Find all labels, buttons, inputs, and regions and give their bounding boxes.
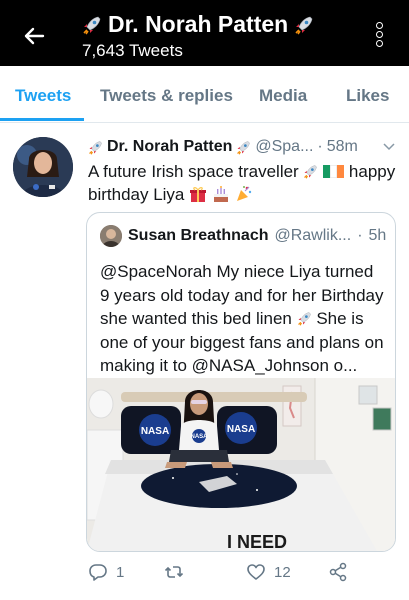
quoted-tweet-text: @SpaceNorah My niece Liya turned 9 years…: [100, 260, 384, 378]
reply-icon: [89, 564, 107, 581]
share-icon: [329, 562, 347, 582]
quoted-handle: @Rawlik...: [274, 227, 352, 244]
tweet-time[interactable]: 58m: [327, 138, 358, 156]
ireland-flag-icon: [323, 161, 345, 178]
avatar-photo: [13, 137, 73, 197]
tab-likes[interactable]: Likes: [346, 86, 389, 106]
rocket-icon: [237, 140, 251, 155]
tab-media[interactable]: Media: [259, 86, 307, 106]
rocket-icon: [89, 140, 102, 155]
gift-icon: [190, 187, 207, 202]
retweet-button[interactable]: [164, 562, 192, 582]
rocket-icon: [83, 16, 101, 34]
like-icon: [247, 564, 265, 580]
tab-tweets[interactable]: Tweets: [15, 86, 71, 106]
party-popper-icon: [236, 186, 251, 201]
cake-icon: [213, 186, 228, 202]
reply-button[interactable]: 1: [88, 562, 124, 582]
separator-dot: ·: [357, 227, 363, 244]
profile-name: Dr. Norah Patten: [108, 11, 289, 37]
tweet-handle[interactable]: @Spa...: [255, 138, 313, 156]
profile-tabs: Tweets Tweets & replies Media Likes: [0, 66, 409, 123]
back-arrow-icon[interactable]: [22, 24, 46, 48]
tweet-text-part1: A future Irish space traveller: [88, 162, 299, 181]
tweet-count: 7,643 Tweets: [82, 41, 183, 60]
tweet-author-name[interactable]: Dr. Norah Patten: [107, 138, 232, 156]
profile-title: Dr. Norah Patten: [82, 11, 314, 38]
avatar[interactable]: [13, 137, 73, 197]
separator-dot: ·: [317, 138, 323, 155]
duvet-text: I NEED: [227, 532, 287, 551]
quoted-tweet[interactable]: Susan Breathnach @Rawlik... · 5h @SpaceN…: [86, 212, 396, 552]
quoted-photo[interactable]: NASA NASA I NEED NASA: [87, 378, 395, 551]
share-button[interactable]: [328, 562, 348, 582]
profile-header: Dr. Norah Patten 7,643 Tweets: [0, 0, 409, 66]
tab-tweets-replies[interactable]: Tweets & replies: [100, 86, 233, 106]
retweet-icon: [164, 566, 184, 578]
tweet-text: A future Irish space traveller happy bir…: [88, 160, 400, 206]
tweet-actions: 1 12: [88, 560, 408, 588]
quoted-avatar: [100, 225, 122, 247]
quoted-tweet-header: Susan Breathnach @Rawlik... · 5h: [100, 225, 390, 247]
rocket-icon: [295, 16, 313, 34]
more-vertical-icon[interactable]: [373, 22, 385, 48]
rocket-icon: [297, 312, 311, 326]
like-count: 12: [274, 563, 291, 581]
quoted-time: 5h: [368, 227, 387, 244]
pillow-logo-text-2: NASA: [227, 424, 255, 435]
quoted-author-name: Susan Breathnach: [128, 227, 269, 244]
tweet-header: Dr. Norah Patten @Spa... · 58m: [88, 138, 400, 156]
chevron-down-icon[interactable]: [383, 142, 395, 152]
rocket-icon: [304, 165, 318, 179]
like-button[interactable]: 12: [246, 562, 291, 582]
shirt-logo-text: NASA: [190, 434, 208, 440]
reply-count: 1: [116, 563, 125, 581]
pillow-logo-text: NASA: [141, 426, 169, 437]
active-tab-indicator: [0, 118, 84, 121]
